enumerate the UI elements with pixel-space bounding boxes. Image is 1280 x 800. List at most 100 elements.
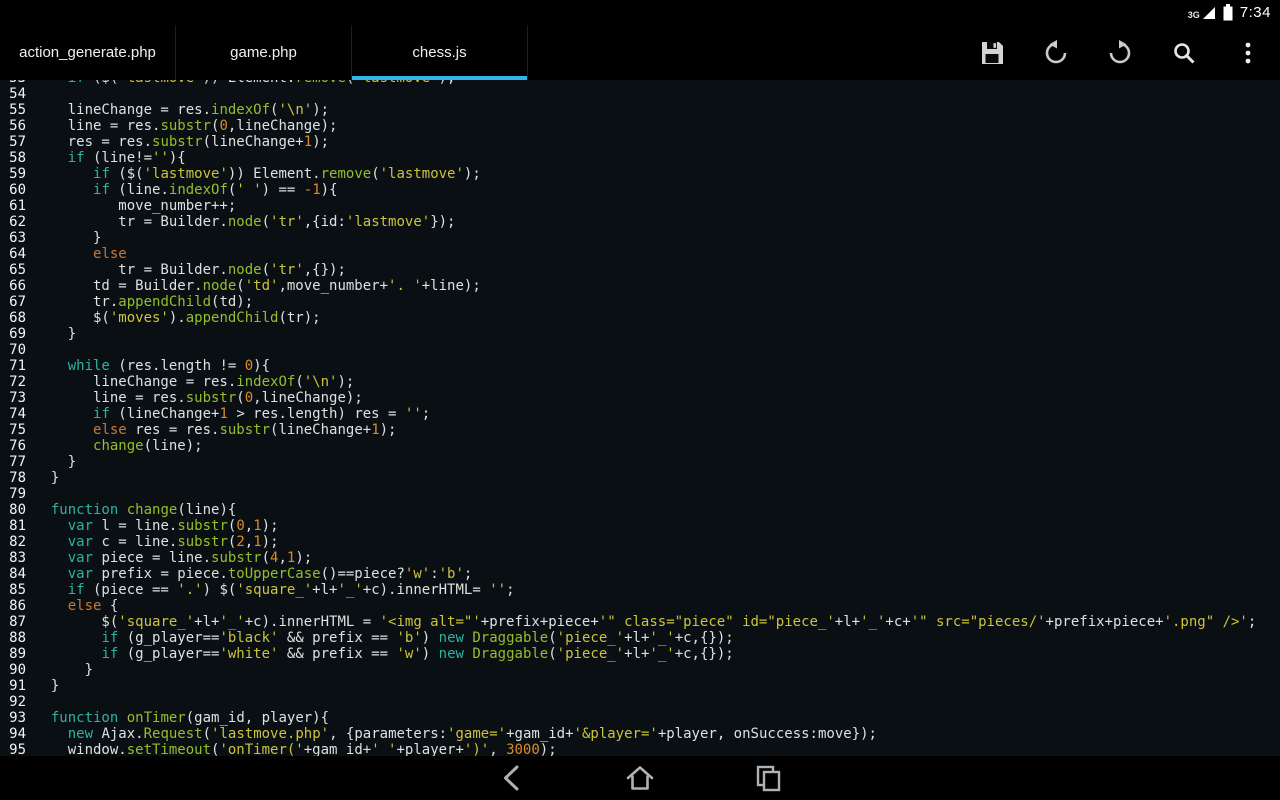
code-text: function change(line){ [34,502,236,518]
code-text: lineChange = res.indexOf('\n'); [34,374,354,390]
code-text: } [34,454,76,470]
code-text: new Ajax.Request('lastmove.php', {parame… [34,726,877,742]
line-number: 89 [0,646,34,662]
code-text: } [34,470,59,486]
line-number: 79 [0,486,34,502]
code-editor[interactable]: 53 if ($('lastmove')) Element.remove('la… [0,80,1280,756]
code-line: 89 if (g_player=='white' && prefix == 'w… [0,646,1280,662]
code-text: while (res.length != 0){ [34,358,270,374]
search-button[interactable] [1152,25,1216,80]
redo-button[interactable] [1088,25,1152,80]
code-text: if (g_player=='white' && prefix == 'w') … [34,646,734,662]
tab-chess-js[interactable]: chess.js [352,25,528,80]
code-line: 60 if (line.indexOf(' ') == -1){ [0,182,1280,198]
code-line: 92 [0,694,1280,710]
code-line: 61 move_number++; [0,198,1280,214]
code-text: line = res.substr(0,lineChange); [34,390,363,406]
line-number: 55 [0,102,34,118]
line-number: 66 [0,278,34,294]
line-number: 69 [0,326,34,342]
line-number: 78 [0,470,34,486]
line-number: 58 [0,150,34,166]
undo-button[interactable] [1024,25,1088,80]
tab-label: chess.js [412,44,466,61]
code-line: 87 $('square_'+l+'_'+c).innerHTML = '<im… [0,614,1280,630]
code-line: 84 var prefix = piece.toUpperCase()==pie… [0,566,1280,582]
tab-bar: action_generate.php game.php chess.js [0,25,528,80]
line-number: 76 [0,438,34,454]
tab-label: game.php [230,44,297,61]
line-number: 91 [0,678,34,694]
line-number: 87 [0,614,34,630]
code-text: var l = line.substr(0,1); [34,518,279,534]
status-bar: 3G 7:34 [0,0,1280,25]
home-button[interactable] [616,758,664,798]
line-number: 56 [0,118,34,134]
code-text: } [34,230,101,246]
code-text: change(line); [34,438,203,454]
overflow-menu-button[interactable] [1216,25,1280,80]
line-number: 60 [0,182,34,198]
code-text: if ($('lastmove')) Element.remove('lastm… [34,166,481,182]
code-text: lineChange = res.indexOf('\n'); [34,102,329,118]
code-line: 70 [0,342,1280,358]
code-line: 90 } [0,662,1280,678]
code-line: 88 if (g_player=='black' && prefix == 'b… [0,630,1280,646]
code-text: } [34,326,76,342]
code-text: res = res.substr(lineChange+1); [34,134,329,150]
line-number: 93 [0,710,34,726]
redo-icon [1106,39,1134,67]
code-line: 58 if (line!=''){ [0,150,1280,166]
line-number: 83 [0,550,34,566]
home-icon [624,763,656,793]
code-line: 81 var l = line.substr(0,1); [0,518,1280,534]
code-line: 62 tr = Builder.node('tr',{id:'lastmove'… [0,214,1280,230]
code-text: $('moves').appendChild(tr); [34,310,321,326]
line-number: 67 [0,294,34,310]
code-line: 75 else res = res.substr(lineChange+1); [0,422,1280,438]
code-line: 54 [0,86,1280,102]
code-text: else res = res.substr(lineChange+1); [34,422,396,438]
code-line: 64 else [0,246,1280,262]
code-line: 59 if ($('lastmove')) Element.remove('la… [0,166,1280,182]
tab-action-generate-php[interactable]: action_generate.php [0,25,176,80]
android-screen: 3G 7:34 action_generate.php game.php che… [0,0,1280,800]
code-text: else { [34,598,118,614]
line-number: 64 [0,246,34,262]
back-button[interactable] [488,758,536,798]
save-button[interactable] [960,25,1024,80]
code-line: 76 change(line); [0,438,1280,454]
code-text: window.setTimeout('onTimer('+gam_id+' '+… [34,742,557,756]
code-line: 56 line = res.substr(0,lineChange); [0,118,1280,134]
code-text: move_number++; [34,198,236,214]
code-text: if (g_player=='black' && prefix == 'b') … [34,630,734,646]
code-area: 53 if ($('lastmove')) Element.remove('la… [0,80,1280,756]
code-line: 73 line = res.substr(0,lineChange); [0,390,1280,406]
code-line: 85 if (piece == '.') $('square_'+l+'_'+c… [0,582,1280,598]
line-number: 85 [0,582,34,598]
network-type-label: 3G [1188,10,1200,20]
line-number: 84 [0,566,34,582]
code-line: 71 while (res.length != 0){ [0,358,1280,374]
line-number: 70 [0,342,34,358]
code-line: 74 if (lineChange+1 > res.length) res = … [0,406,1280,422]
save-icon [977,38,1007,68]
code-text: } [34,678,59,694]
line-number: 88 [0,630,34,646]
battery-icon [1223,4,1233,21]
code-text: if (line.indexOf(' ') == -1){ [34,182,338,198]
code-line: 55 lineChange = res.indexOf('\n'); [0,102,1280,118]
action-bar: action_generate.php game.php chess.js [0,25,1280,80]
tab-game-php[interactable]: game.php [176,25,352,80]
code-line: 63 } [0,230,1280,246]
navigation-bar [0,756,1280,800]
recents-button[interactable] [744,758,792,798]
code-text: tr = Builder.node('tr',{id:'lastmove'}); [34,214,456,230]
line-number: 77 [0,454,34,470]
code-text: else [34,246,127,262]
code-line: 83 var piece = line.substr(4,1); [0,550,1280,566]
code-line: 94 new Ajax.Request('lastmove.php', {par… [0,726,1280,742]
clock: 7:34 [1240,4,1271,21]
code-line: 65 tr = Builder.node('tr',{}); [0,262,1280,278]
back-icon [497,763,527,793]
